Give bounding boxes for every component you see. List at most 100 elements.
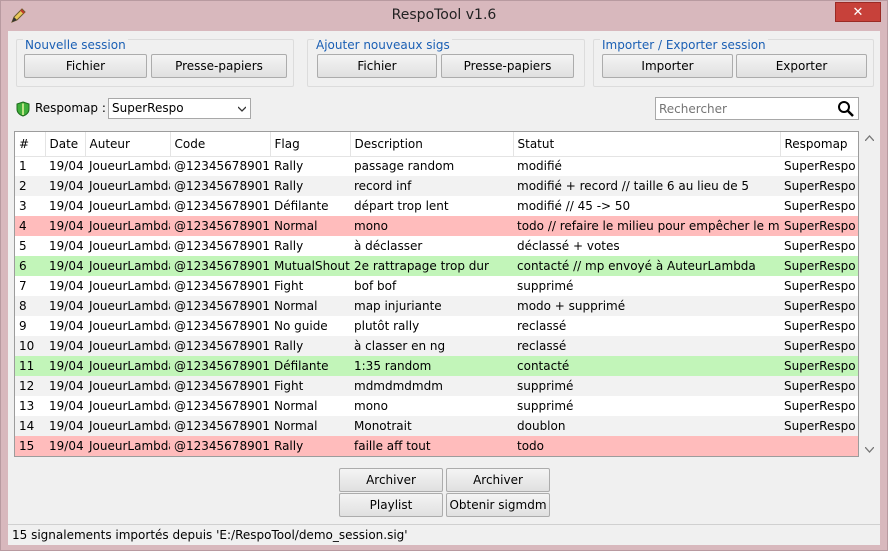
row-flag: MutualShout xyxy=(270,256,350,276)
vertical-scrollbar[interactable] xyxy=(861,131,878,457)
column-header[interactable]: Date xyxy=(45,132,86,157)
table-header: # Date Auteur Code Flag Description Stat… xyxy=(15,132,858,157)
row-description: bof bof xyxy=(354,279,397,293)
row-status: modifié // 45 -> 50 xyxy=(517,199,631,213)
add-sigs-clipboard-button[interactable]: Presse-papiers xyxy=(441,54,574,78)
row-flag: Rally xyxy=(274,239,304,253)
table-row[interactable]: 1519/04JoueurLambda@1234567890137Rallyfa… xyxy=(15,436,858,456)
table-row[interactable]: 5 19/04 JoueurLambda @1234567890127 Rally à d… xyxy=(15,236,858,256)
row-description: record inf xyxy=(350,176,513,196)
row-date: 19/04 xyxy=(49,279,84,293)
row-author: JoueurLambda xyxy=(89,239,170,253)
row-respomap: SuperRespo xyxy=(780,296,858,316)
column-header[interactable]: Auteur xyxy=(85,132,171,157)
add-sigs-file-button[interactable]: Fichier xyxy=(317,54,437,78)
row-date: 19/04 xyxy=(49,159,84,174)
column-header[interactable]: Statut xyxy=(513,132,781,157)
archive-button[interactable]: Archiver xyxy=(339,468,443,492)
row-date: 19/04 xyxy=(49,399,84,413)
title-bar[interactable]: RespoTool v1.6 ✕ xyxy=(1,1,887,31)
row-respomap: SuperRespo xyxy=(784,399,856,413)
row-flag: Rally xyxy=(274,159,304,174)
row-code: @1234567890128 xyxy=(170,256,270,276)
row-respomap: SuperRespo xyxy=(784,239,856,253)
row-number: 11 xyxy=(15,356,45,376)
column-header[interactable]: # xyxy=(15,132,46,157)
row-code: @1234567890137 xyxy=(170,436,270,456)
table-row[interactable]: 1 19/04 JoueurLambda @1234567890123 Rally pas… xyxy=(15,156,858,176)
row-date: 19/04 xyxy=(45,356,85,376)
row-description: plutôt rally xyxy=(354,319,420,333)
row-flag: Normal xyxy=(270,416,350,436)
group-label: Importer / Exporter session xyxy=(600,38,768,52)
row-flag: Rally xyxy=(270,436,350,456)
table-row[interactable]: 1419/04JoueurLambda@1234567890135NormalM… xyxy=(15,416,858,436)
search-input[interactable] xyxy=(659,100,829,117)
row-code: @1234567890131 xyxy=(174,319,270,333)
row-respomap: SuperRespo xyxy=(780,176,858,196)
shield-icon xyxy=(16,101,30,117)
table-row[interactable]: 819/04JoueurLambda@1234567890130Normalma… xyxy=(15,296,858,316)
playlist-button[interactable]: Playlist xyxy=(339,493,443,517)
table-row[interactable]: 3 19/04 JoueurLambda @1234567890125 Défilant… xyxy=(15,196,858,216)
table-row[interactable]: 219/04JoueurLambda@1234567890124Rallyrec… xyxy=(15,176,858,196)
import-button[interactable]: Importer xyxy=(602,54,733,78)
row-status: doublon xyxy=(513,416,780,436)
new-session-clipboard-button[interactable]: Presse-papiers xyxy=(151,54,287,78)
row-description: mono xyxy=(354,399,388,413)
scroll-down-arrow-icon[interactable] xyxy=(865,447,874,453)
row-status: reclassé xyxy=(517,319,567,333)
export-button[interactable]: Exporter xyxy=(736,54,867,78)
row-code: @1234567890129 xyxy=(174,279,270,293)
row-number: 9 xyxy=(19,319,27,333)
row-description: à classer en ng xyxy=(350,336,513,356)
row-flag: Normal xyxy=(270,296,350,316)
row-description: départ trop lent xyxy=(354,199,449,213)
row-description: à déclasser xyxy=(354,239,423,253)
row-respomap: SuperRespo xyxy=(784,279,856,293)
row-number: 4 xyxy=(15,216,45,236)
group-label: Ajouter nouveaux sigs xyxy=(314,38,452,52)
archive-selection-button[interactable]: Archiver sélection xyxy=(446,468,550,509)
search-box[interactable] xyxy=(655,97,859,120)
row-number: 10 xyxy=(15,336,45,356)
table-row[interactable]: 419/04JoueurLambda@1234567890126Normalmo… xyxy=(15,216,858,236)
column-header[interactable]: Description xyxy=(350,132,514,157)
table-row[interactable]: 7 19/04 JoueurLambda @1234567890129 Fight bof… xyxy=(15,276,858,296)
group-ajouter-sigs: Ajouter nouveaux sigs Fichier Presse-pap… xyxy=(307,38,585,87)
table-row[interactable]: 1119/04JoueurLambda@1234567890133Défilan… xyxy=(15,356,858,376)
scroll-up-arrow-icon[interactable] xyxy=(865,135,874,141)
row-description: passage random xyxy=(354,159,455,174)
close-button[interactable]: ✕ xyxy=(835,2,881,22)
row-date: 19/04 xyxy=(45,216,85,236)
table-row[interactable]: 13 19/04 JoueurLambda @1234567890135 Normal m… xyxy=(15,396,858,416)
column-header[interactable]: Respomap xyxy=(780,132,858,157)
get-sigmdm-button[interactable]: Obtenir sigmdm xyxy=(446,493,550,517)
row-date: 19/04 xyxy=(45,256,85,276)
row-author: JoueurLambda xyxy=(85,436,170,456)
row-description: map injuriante xyxy=(350,296,513,316)
column-header[interactable]: Flag xyxy=(270,132,351,157)
table-row[interactable]: 1219/04JoueurLambda@1234567890134Fightmd… xyxy=(15,376,858,396)
column-header[interactable]: Code xyxy=(170,132,271,157)
row-author: JoueurLambda xyxy=(89,319,170,333)
row-respomap: SuperRespo xyxy=(780,256,858,276)
group-label: Nouvelle session xyxy=(23,38,128,52)
row-date: 19/04 xyxy=(49,239,84,253)
table-row[interactable]: 9 19/04 JoueurLambda @1234567890131 No guide… xyxy=(15,316,858,336)
row-code: @1234567890132 xyxy=(170,336,270,356)
table-row[interactable]: 1019/04JoueurLambda@1234567890132Rallyà … xyxy=(15,336,858,356)
reports-table[interactable]: # Date Auteur Code Flag Description Stat… xyxy=(14,131,859,457)
row-status: supprimé xyxy=(513,376,780,396)
table-row[interactable]: 619/04JoueurLambda@1234567890128MutualSh… xyxy=(15,256,858,276)
search-icon[interactable] xyxy=(837,100,855,118)
row-flag: Fight xyxy=(270,376,350,396)
new-session-file-button[interactable]: Fichier xyxy=(24,54,147,78)
row-code: @1234567890123 xyxy=(174,159,270,174)
row-number: 15 xyxy=(15,436,45,456)
row-author: JoueurLambda xyxy=(89,199,170,213)
row-description: mdmdmdmdm xyxy=(350,376,513,396)
row-code: @1234567890135 xyxy=(170,416,270,436)
respomap-select[interactable]: SuperRespo xyxy=(108,98,251,119)
row-status: contacté // mp envoyé à AuteurLambda xyxy=(513,256,780,276)
